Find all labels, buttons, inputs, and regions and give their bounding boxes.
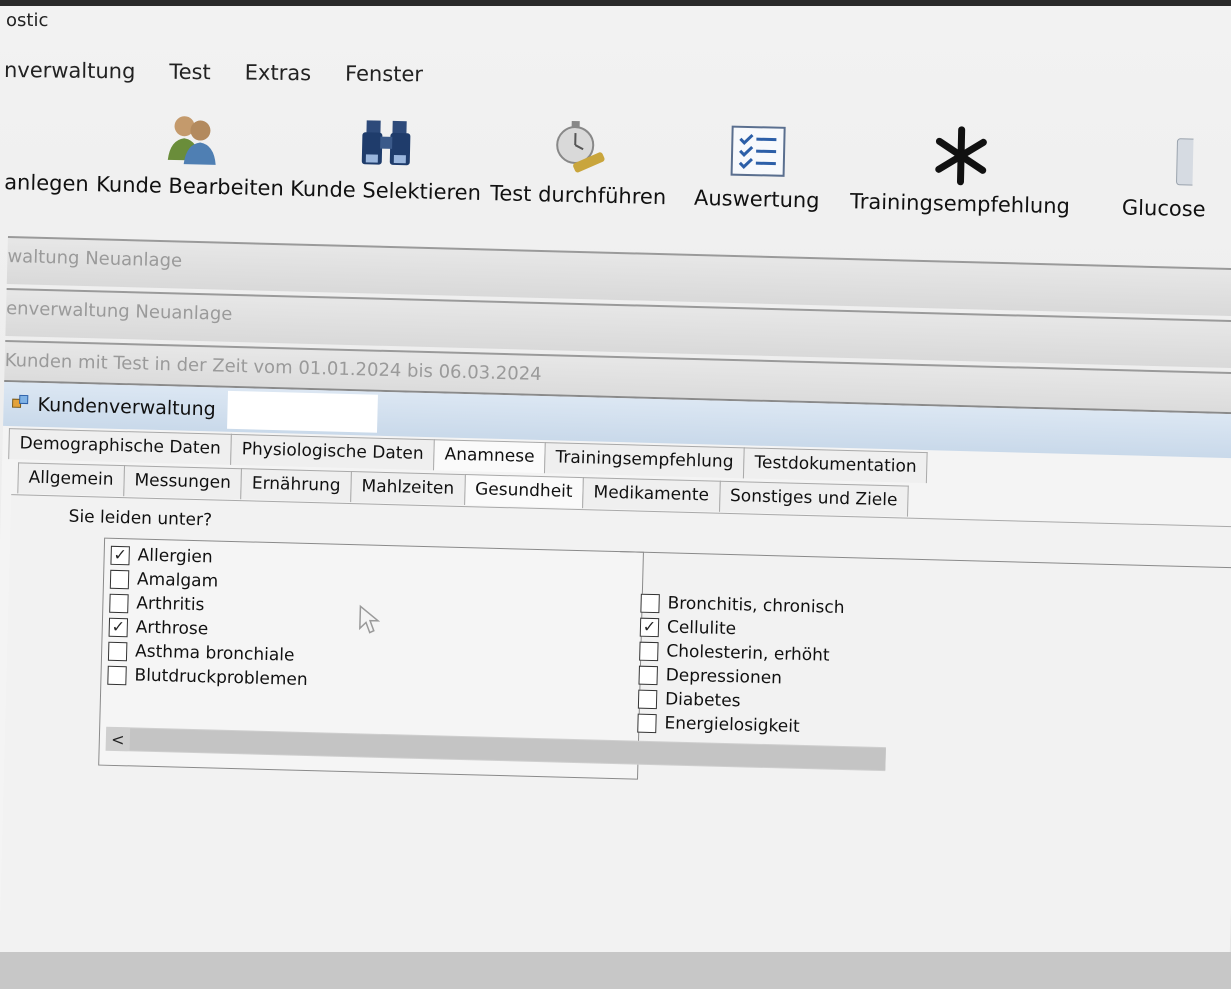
checkbox-label: Blutdruckproblemen xyxy=(134,665,308,690)
gesundheit-tab-page: Sie leiden unter? ✓ Allergien Amalgam Ar… xyxy=(0,494,1231,987)
scroll-left-arrow-icon[interactable]: < xyxy=(106,729,130,749)
checkbox-label: Amalgam xyxy=(136,569,219,592)
checkbox-label: Arthrose xyxy=(135,617,209,640)
checkbox[interactable] xyxy=(639,641,659,661)
toolbar-glucose-button[interactable]: Glucose xyxy=(1121,130,1208,222)
tab-allgemein[interactable]: Allgemein xyxy=(17,462,125,497)
asterisk-icon xyxy=(930,125,991,186)
redacted-name-box xyxy=(227,390,379,433)
checkbox-label: Arthritis xyxy=(136,593,205,616)
checkbox[interactable] xyxy=(109,593,129,613)
tab-gesundheit[interactable]: Gesundheit xyxy=(463,474,584,509)
menu-item-verwaltung[interactable]: nverwaltung xyxy=(4,58,136,89)
toolbar-label: Trainingsempfehlung xyxy=(849,189,1071,219)
list-item[interactable]: Blutdruckproblemen xyxy=(107,663,308,692)
toolbar-label: Kunde Bearbeiten xyxy=(95,172,285,201)
tab-messungen[interactable]: Messungen xyxy=(123,465,243,500)
window-title: Kundenverwaltung xyxy=(37,393,217,421)
checkmark-icon: ✓ xyxy=(113,544,128,565)
question-label: Sie leiden unter? xyxy=(68,506,213,531)
checkbox-label: Cellulite xyxy=(666,617,737,640)
users-icon xyxy=(160,108,221,169)
toolbar-label: Auswertung xyxy=(693,185,820,213)
checkmark-icon: ✓ xyxy=(111,616,126,637)
tab-testdokumentation[interactable]: Testdokumentation xyxy=(743,447,929,484)
toolbar-auswertung-button[interactable]: Auswertung xyxy=(694,120,822,213)
checkbox[interactable] xyxy=(107,641,128,661)
checkbox[interactable] xyxy=(107,665,127,685)
checkbox-label: Allergien xyxy=(137,545,213,568)
blank-icon xyxy=(17,104,78,165)
checkbox[interactable]: ✓ xyxy=(110,544,130,565)
conditions-checklist-left: ✓ Allergien Amalgam Arthritis ✓ Arthrose… xyxy=(98,537,886,780)
kundenverwaltung-window: Kundenverwaltung Demographische Daten Ph… xyxy=(0,379,1231,989)
checkbox-label: Depressionen xyxy=(665,665,783,689)
checklist-icon xyxy=(727,121,788,182)
tab-anamnese[interactable]: Anamnese xyxy=(433,439,546,474)
checkbox-label: Diabetes xyxy=(664,689,741,712)
tab-demographische-daten[interactable]: Demographische Daten xyxy=(8,428,233,465)
screen: ostic nverwaltung Test Extras Fenster an… xyxy=(0,0,1231,989)
stopwatch-icon xyxy=(549,116,610,177)
checkbox[interactable]: ✓ xyxy=(108,616,129,637)
checkbox[interactable] xyxy=(109,569,130,589)
mdi-window-title: enverwaltung Neuanlage xyxy=(5,297,233,325)
tab-trainingsempfehlung[interactable]: Trainingsempfehlung xyxy=(544,442,745,479)
tab-medikamente[interactable]: Medikamente xyxy=(582,477,721,512)
toolbar-trainingsempfehlung-button[interactable]: Trainingsempfehlung xyxy=(850,123,1072,218)
toolbar-kunde-bearbeiten-button[interactable]: Kunde Bearbeiten xyxy=(96,106,286,200)
menu-item-test[interactable]: Test xyxy=(169,60,211,90)
menu-item-fenster[interactable]: Fenster xyxy=(345,62,423,93)
list-item[interactable]: Energielosigkeit xyxy=(637,711,842,740)
mdi-area: waltung Neuanlage enverwaltung Neuanlage… xyxy=(0,236,1231,989)
binoculars-icon xyxy=(356,112,417,173)
toolbar-label: Test durchführen xyxy=(489,181,667,210)
menu-bar: nverwaltung Test Extras Fenster xyxy=(4,58,423,92)
mouse-cursor-icon xyxy=(358,604,381,639)
calculator-icon xyxy=(1134,130,1195,191)
app-title: ostic xyxy=(6,10,49,31)
checkbox[interactable] xyxy=(637,689,658,709)
checkmark-icon: ✓ xyxy=(642,616,657,637)
toolbar-kunde-selektieren-button[interactable]: Kunde Selektieren xyxy=(290,111,483,205)
mdi-window-title: Kunden mit Test in der Zeit vom 01.01.20… xyxy=(4,349,542,386)
toolbar-anlegen-button[interactable]: anlegen xyxy=(4,104,91,196)
checkbox[interactable] xyxy=(640,593,660,613)
conditions-checklist-right: Bronchitis, chronisch ✓ Cellulite Choles… xyxy=(613,551,1231,798)
tab-ernaehrung[interactable]: Ernährung xyxy=(240,468,352,503)
menu-item-extras[interactable]: Extras xyxy=(245,61,312,92)
monitor-bezel xyxy=(0,0,1231,6)
toolbar-label: anlegen xyxy=(3,170,89,197)
checkbox[interactable] xyxy=(638,665,658,685)
checkbox[interactable] xyxy=(637,713,657,733)
toolbar-label: Glucose xyxy=(1121,195,1206,222)
tab-sonstiges-und-ziele[interactable]: Sonstiges und Ziele xyxy=(718,480,909,517)
checkbox-label: Cholesterin, erhöht xyxy=(666,641,830,666)
window-icon xyxy=(11,393,30,415)
desk-background xyxy=(0,952,1231,989)
toolbar-test-durchfuehren-button[interactable]: Test durchführen xyxy=(490,115,668,209)
tab-mahlzeiten[interactable]: Mahlzeiten xyxy=(350,471,466,506)
checkbox[interactable]: ✓ xyxy=(639,616,660,637)
toolbar-label: Kunde Selektieren xyxy=(289,176,482,205)
tab-physiologische-daten[interactable]: Physiologische Daten xyxy=(230,433,436,471)
mdi-window-title: waltung Neuanlage xyxy=(7,245,183,272)
checkbox-label: Energielosigkeit xyxy=(664,713,800,737)
checkbox-label: Bronchitis, chronisch xyxy=(667,593,845,619)
checkbox-label: Asthma bronchiale xyxy=(134,641,295,666)
